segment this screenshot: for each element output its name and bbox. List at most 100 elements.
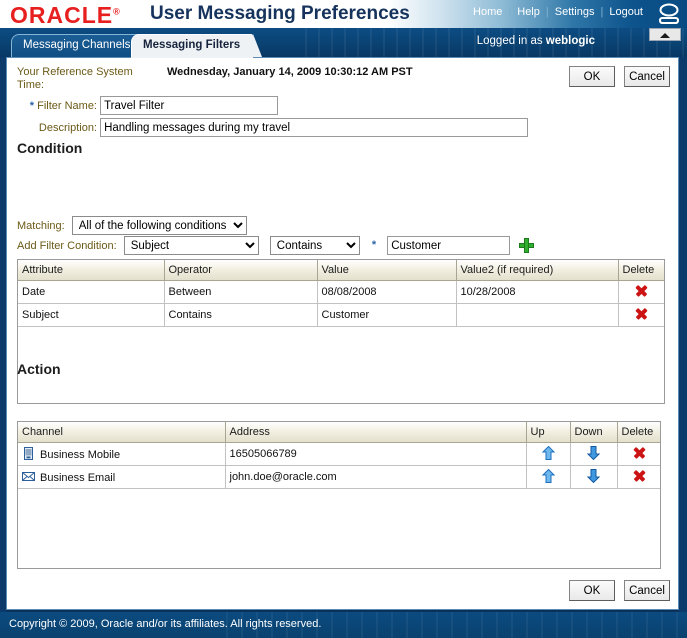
column-header-attribute: Attribute (18, 260, 165, 281)
top-button-bar: OK Cancel (563, 66, 670, 87)
column-header-operator: Operator (164, 260, 318, 281)
cell-delete[interactable] (617, 442, 660, 466)
condition-header-row: Attribute Operator Value Value2 (if requ… (18, 260, 664, 281)
global-navigation: Home | Help | Settings | Logout (467, 6, 649, 18)
ok-button-top[interactable]: OK (568, 66, 615, 87)
cell-down[interactable] (570, 442, 618, 466)
cancel-button-top[interactable]: Cancel (624, 66, 670, 87)
user-head-icon (659, 3, 679, 24)
description-input[interactable] (100, 118, 529, 137)
cell-attribute: Date (18, 280, 165, 304)
arrow-down-icon[interactable] (587, 468, 600, 483)
cell-value2: 10/28/2008 (456, 280, 619, 304)
cell-address: john.doe@oracle.com (225, 465, 527, 489)
channel-header-row: Channel Address Up Down Delete (18, 422, 660, 443)
cell-value: 08/08/2008 (317, 280, 457, 304)
reference-time-label: Your Reference System Time: (17, 66, 133, 91)
table-row: Business Email john.doe@oracle.com (18, 465, 660, 489)
oracle-logo-text: ORACLE (10, 2, 114, 28)
column-header-down: Down (570, 422, 618, 443)
bottom-button-bar: OK Cancel (563, 580, 670, 601)
tab-messaging-filters[interactable]: Messaging Filters (131, 34, 263, 58)
matching-label: Matching: (17, 219, 65, 232)
condition-table-inner: Attribute Operator Value Value2 (if requ… (18, 260, 664, 327)
oracle-logo: ORACLE® (10, 2, 121, 28)
description-label: Description: (38, 121, 97, 134)
table-row: Business Mobile 16505066789 (18, 442, 660, 466)
cell-delete[interactable] (617, 465, 660, 489)
global-link-logout[interactable]: Logout (603, 6, 649, 18)
matching-select[interactable]: All of the following conditions (71, 216, 247, 235)
cell-operator: Between (164, 280, 318, 304)
delete-x-icon[interactable] (633, 469, 646, 482)
filter-value-input[interactable] (387, 236, 511, 255)
mobile-phone-icon (24, 447, 33, 460)
logged-in-username: weblogic (545, 35, 595, 47)
logged-in-prefix: Logged in as (476, 35, 546, 47)
global-link-settings[interactable]: Settings (549, 6, 601, 18)
tab-messaging-channels[interactable]: Messaging Channels (11, 34, 153, 58)
tab-bar: Messaging Channels Messaging Filters Log… (0, 28, 687, 58)
cell-down[interactable] (570, 465, 618, 489)
arrow-down-icon[interactable] (587, 445, 600, 460)
channel-name: Business Mobile (40, 449, 121, 461)
cell-channel: Business Email (18, 465, 226, 489)
cancel-button-bottom[interactable]: Cancel (624, 580, 670, 601)
add-filter-condition-row: Add Filter Condition: Subject Contains * (17, 236, 535, 255)
collapse-up-icon (660, 33, 670, 38)
tab-label: Messaging Channels (23, 39, 131, 51)
delete-x-icon[interactable] (635, 284, 648, 297)
channel-table: Channel Address Up Down Delete Business … (17, 421, 661, 569)
filter-name-label: * Filter Name: (17, 100, 97, 112)
reference-time-value: Wednesday, January 14, 2009 10:30:12 AM … (167, 66, 413, 78)
value-required-marker: * (371, 239, 377, 252)
cell-delete[interactable] (618, 280, 664, 304)
description-row: Description: (17, 118, 529, 137)
filter-name-input[interactable] (100, 96, 279, 115)
global-link-home[interactable]: Home (467, 6, 508, 18)
cell-value2 (456, 303, 619, 327)
condition-table: Attribute Operator Value Value2 (if requ… (17, 259, 665, 404)
condition-heading: Condition (17, 140, 83, 156)
arrow-up-icon[interactable] (541, 468, 555, 483)
cell-up[interactable] (526, 465, 571, 489)
table-row: Date Between 08/08/2008 10/28/2008 (18, 280, 664, 304)
add-filter-condition-label: Add Filter Condition: (17, 239, 117, 252)
column-header-value2: Value2 (if required) (456, 260, 619, 281)
table-row: Subject Contains Customer (18, 303, 664, 327)
content-panel: Your Reference System Time: Wednesday, J… (6, 57, 679, 610)
cell-up[interactable] (526, 442, 571, 466)
filter-name-label-text: Filter Name: (37, 99, 97, 112)
registered-mark: ® (113, 6, 121, 17)
channel-table-inner: Channel Address Up Down Delete Business … (18, 422, 660, 489)
cell-delete[interactable] (618, 303, 664, 327)
column-header-address: Address (225, 422, 527, 443)
footer-bar: Copyright © 2009, Oracle and/or its affi… (0, 612, 687, 638)
filter-operator-select[interactable]: Contains (269, 236, 360, 255)
channel-name: Business Email (40, 472, 116, 484)
delete-x-icon[interactable] (635, 307, 648, 320)
add-condition-plus-icon[interactable] (519, 238, 535, 253)
branding-bar: ORACLE® User Messaging Preferences Home |… (0, 0, 687, 28)
cell-channel: Business Mobile (18, 442, 226, 466)
application-window: ORACLE® User Messaging Preferences Home |… (0, 0, 687, 638)
collapse-toggle-button[interactable] (649, 28, 681, 41)
column-header-up: Up (526, 422, 571, 443)
logged-in-status: Logged in as weblogic (477, 35, 595, 47)
column-header-delete: Delete (617, 422, 660, 443)
cell-value: Customer (317, 303, 457, 327)
envelope-icon (22, 472, 35, 481)
filter-attribute-select[interactable]: Subject (123, 236, 259, 255)
cell-operator: Contains (164, 303, 318, 327)
matching-row: Matching: All of the following condition… (17, 216, 247, 235)
column-header-delete: Delete (618, 260, 664, 281)
arrow-up-icon[interactable] (541, 445, 555, 460)
delete-x-icon[interactable] (633, 446, 646, 459)
ok-button-bottom[interactable]: OK (568, 580, 615, 601)
filter-name-row: * Filter Name: (17, 96, 279, 115)
column-header-value: Value (317, 260, 457, 281)
cell-address: 16505066789 (225, 442, 527, 466)
required-marker: * (29, 99, 35, 112)
global-link-help[interactable]: Help (511, 6, 546, 18)
action-heading: Action (17, 361, 61, 377)
